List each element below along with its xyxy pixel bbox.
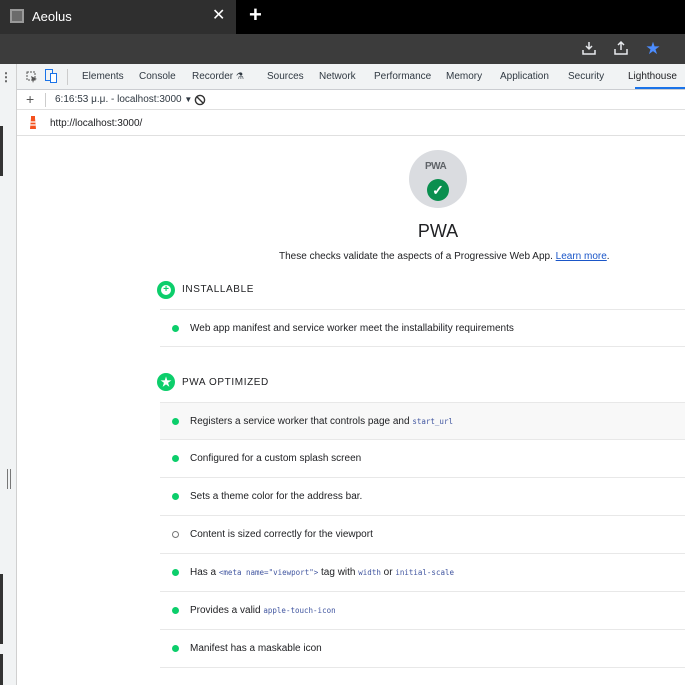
- category-description: These checks validate the aspects of a P…: [279, 251, 610, 262]
- tab-recorder-label: Recorder: [192, 71, 234, 82]
- audit-text-part: Registers a service worker that controls…: [190, 416, 413, 427]
- new-report-button[interactable]: +: [26, 91, 34, 107]
- report-url[interactable]: http://localhost:3000/: [50, 118, 142, 129]
- clear-icon[interactable]: [194, 93, 206, 111]
- active-tab-indicator: [635, 87, 685, 89]
- share-icon[interactable]: [612, 40, 630, 58]
- audit-row[interactable]: Web app manifest and service worker meet…: [160, 309, 685, 347]
- tab-performance[interactable]: Performance: [374, 71, 431, 82]
- audit-text-part: Has a: [190, 567, 219, 578]
- audit-row[interactable]: Content is sized correctly for the viewp…: [160, 516, 685, 554]
- audit-text-part: or: [380, 567, 396, 578]
- tab-application[interactable]: Application: [500, 71, 549, 82]
- tab-memory[interactable]: Memory: [446, 71, 482, 82]
- pass-dot-icon: [172, 418, 179, 425]
- separator: [45, 93, 46, 107]
- device-toolbar-icon[interactable]: [45, 69, 57, 88]
- pass-dot-icon: [172, 325, 179, 332]
- pass-dot-icon: [172, 569, 179, 576]
- devtools-tab-bar: ⋮ Elements Console Recorder ⚗ Sources Ne…: [0, 64, 685, 90]
- audit-code: apple-touch-icon: [263, 606, 336, 615]
- installable-plus-icon: +: [157, 281, 175, 299]
- group-title-pwa-optimized: PWA OPTIMIZED: [182, 377, 269, 388]
- audit-code: initial-scale: [395, 568, 455, 577]
- inspect-element-icon[interactable]: [26, 70, 38, 88]
- resize-handle[interactable]: [7, 469, 11, 489]
- audit-row[interactable]: Provides a valid apple-touch-icon: [160, 592, 685, 630]
- audit-row[interactable]: Manifest has a maskable icon: [160, 630, 685, 668]
- lighthouse-icon: [27, 116, 39, 130]
- audit-row[interactable]: Configured for a custom splash screen: [160, 440, 685, 478]
- lighthouse-toolbar: + 6:16:53 μ.μ. - localhost:3000 ▼: [17, 90, 685, 110]
- audit-title: Sets a theme color for the address bar.: [190, 491, 363, 502]
- audit-title: Web app manifest and service worker meet…: [190, 323, 514, 334]
- tab-security[interactable]: Security: [568, 71, 604, 82]
- description-period: .: [606, 251, 610, 262]
- audit-code: <meta name="viewport">: [218, 568, 319, 577]
- tab-console[interactable]: Console: [139, 71, 176, 82]
- audit-title: Configured for a custom splash screen: [190, 453, 362, 464]
- report-selector-label: 6:16:53 μ.μ. - localhost:3000: [55, 94, 182, 105]
- audit-row[interactable]: Has a <meta name="viewport"> tag with wi…: [160, 554, 685, 592]
- audit-title: Content is sized correctly for the viewp…: [190, 529, 373, 540]
- check-icon: ✓: [427, 179, 449, 201]
- browser-toolbar: ★: [0, 34, 685, 64]
- star-icon[interactable]: ★: [644, 40, 662, 58]
- pwa-logo: PWA: [425, 161, 447, 172]
- tab-close-icon[interactable]: ✕: [212, 5, 225, 25]
- browser-tab-strip: Aeolus ✕ +: [0, 0, 685, 34]
- report-url-row: http://localhost:3000/: [17, 110, 685, 136]
- audit-title: Registers a service worker that controls…: [190, 416, 453, 427]
- pass-dot-icon: [172, 607, 179, 614]
- browser-tab[interactable]: Aeolus ✕: [0, 0, 236, 34]
- audit-row[interactable]: Registers a service worker that controls…: [160, 402, 685, 440]
- audit-title: Manifest has a maskable icon: [190, 643, 322, 654]
- separator: [67, 69, 68, 85]
- report-selector[interactable]: 6:16:53 μ.μ. - localhost:3000 ▼: [55, 94, 192, 105]
- pass-dot-icon: [172, 645, 179, 652]
- tab-recorder[interactable]: Recorder ⚗: [192, 71, 244, 82]
- audit-title: Provides a valid apple-touch-icon: [190, 605, 336, 616]
- group-title-installable: INSTALLABLE: [182, 284, 255, 295]
- audit-title: Has a <meta name="viewport"> tag with wi…: [190, 567, 454, 578]
- gutter-bar: [0, 574, 3, 644]
- tab-title: Aeolus: [32, 9, 72, 24]
- new-tab-button[interactable]: +: [249, 2, 262, 28]
- description-text: These checks validate the aspects of a P…: [279, 251, 553, 262]
- dropdown-arrow-icon: ▼: [184, 95, 193, 104]
- audit-text-part: Provides a valid: [190, 605, 264, 616]
- more-icon[interactable]: ⋮: [0, 70, 12, 84]
- tab-sources[interactable]: Sources: [267, 71, 304, 82]
- audit-code: width: [358, 568, 381, 577]
- page-gutter: [0, 64, 17, 685]
- tab-network[interactable]: Network: [319, 71, 356, 82]
- informative-dot-icon: [172, 531, 179, 538]
- pwa-optimized-star-icon: ★: [157, 373, 175, 391]
- pass-dot-icon: [172, 493, 179, 500]
- learn-more-link[interactable]: Learn more: [556, 251, 607, 262]
- tab-lighthouse[interactable]: Lighthouse: [628, 71, 677, 82]
- gutter-bar: [0, 126, 3, 176]
- audit-text-part: tag with: [318, 567, 359, 578]
- flask-icon: ⚗: [235, 71, 244, 81]
- gutter-bar: [0, 654, 3, 685]
- pwa-gauge: PWA ✓: [409, 150, 467, 208]
- category-title: PWA: [417, 221, 459, 241]
- audit-code: start_url: [412, 417, 453, 426]
- tab-favicon-icon: [10, 9, 24, 23]
- audit-row[interactable]: Sets a theme color for the address bar.: [160, 478, 685, 516]
- pass-dot-icon: [172, 455, 179, 462]
- tab-elements[interactable]: Elements: [82, 71, 124, 82]
- download-icon[interactable]: [580, 40, 598, 58]
